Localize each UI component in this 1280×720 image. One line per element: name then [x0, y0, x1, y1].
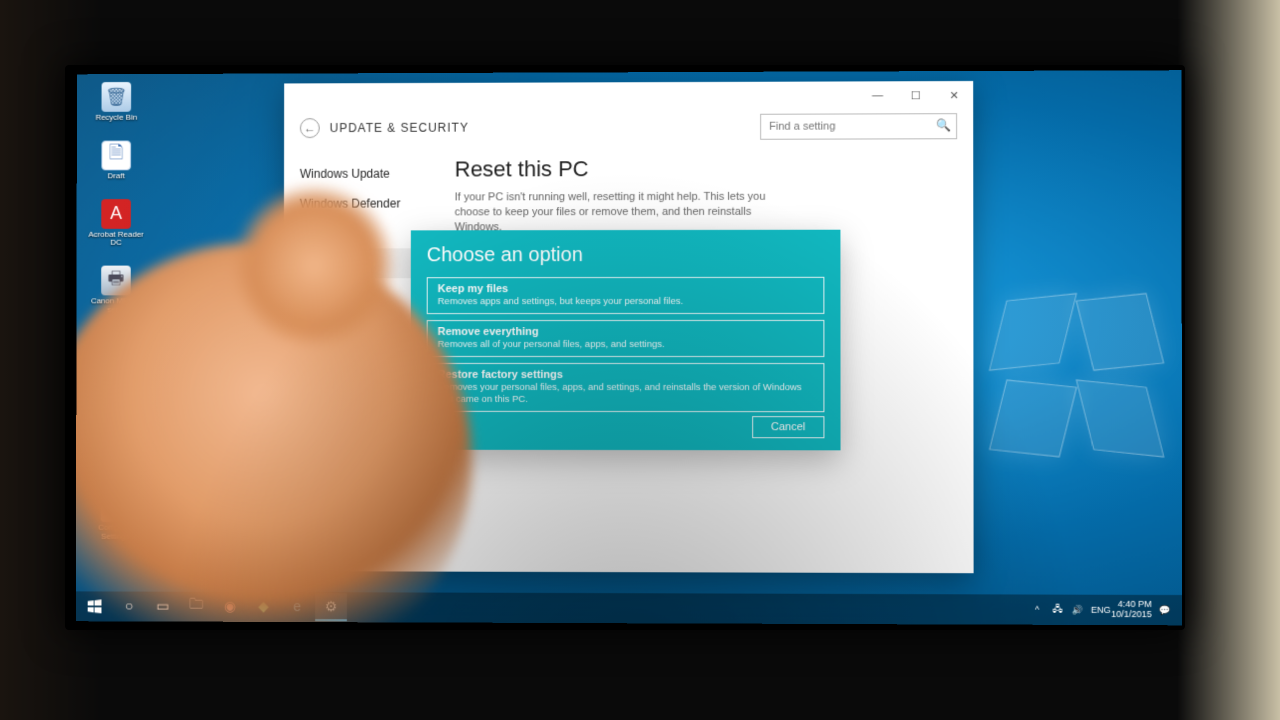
option-title: Restore factory settings: [438, 369, 814, 381]
taskbar-pinned-apps: ○ ▭ 🗀 ◉ ◆ e ⚙: [113, 592, 347, 621]
search-input[interactable]: [760, 113, 957, 140]
option-description: Removes all of your personal files, apps…: [438, 339, 814, 351]
taskbar-chrome-icon[interactable]: ◉: [214, 593, 246, 621]
photo-background: 🗑 Recycle Bin 🗎 Draft A Acrobat Reader D…: [0, 0, 1280, 720]
desktop-icon-settings[interactable]: ⚙ Computer Settings: [86, 492, 145, 541]
reset-options-list: Keep my files Removes apps and settings,…: [427, 277, 825, 412]
file-icon: ▫: [101, 333, 131, 363]
desktop-icon-generic-1[interactable]: ▫: [86, 333, 145, 365]
action-center-icon[interactable]: 💬: [1158, 605, 1172, 616]
option-remove-everything[interactable]: Remove everything Removes all of your pe…: [427, 320, 825, 357]
window-header: ← UPDATE & SECURITY 🔍: [284, 109, 973, 153]
desktop-icon-label: Canon MF620 ser...: [86, 298, 145, 316]
pdf-file-icon: 🗎: [101, 442, 131, 472]
section-heading: Reset this PC: [455, 155, 953, 182]
taskbar-date: 10/1/2015: [1111, 610, 1152, 620]
desktop-icons: 🗑 Recycle Bin 🗎 Draft A Acrobat Reader D…: [86, 82, 146, 541]
reset-choose-option-dialog: Choose an option Keep my files Removes a…: [411, 230, 841, 451]
window-controls: — ☐ ✕: [858, 81, 973, 109]
dialog-title: Choose an option: [427, 244, 825, 267]
minimize-button[interactable]: —: [858, 81, 896, 109]
taskbar-explorer-icon[interactable]: 🗀: [180, 593, 212, 621]
document-icon: 🗎: [101, 140, 131, 170]
desktop-icon-label: Acrobat Reader DC: [86, 230, 145, 248]
desktop-icon-acrobat[interactable]: A Acrobat Reader DC: [86, 199, 145, 248]
desktop-icon-printer[interactable]: 🖶 Canon MF620 ser...: [86, 266, 145, 315]
printer-icon: 🖶: [101, 266, 131, 296]
system-tray: ^ 🖧 🔊 ENG 4:40 PM 10/1/2015 💬: [1030, 600, 1178, 620]
desktop-icon-label: Recycle Bin: [95, 114, 137, 123]
desktop-icon-draft[interactable]: 🗎 Draft: [87, 140, 146, 181]
cancel-button[interactable]: Cancel: [752, 416, 825, 438]
window-titlebar[interactable]: — ☐ ✕: [284, 81, 973, 111]
desktop-icon-pdf-file[interactable]: 🗎: [86, 442, 145, 474]
taskbar-app-icon[interactable]: ◆: [248, 593, 280, 621]
monitor-bezel: 🗑 Recycle Bin 🗎 Draft A Acrobat Reader D…: [65, 65, 1185, 630]
desktop-icon-label: Computer Settings: [86, 524, 145, 542]
settings-search: 🔍: [760, 113, 957, 140]
tray-chevron-up-icon[interactable]: ^: [1030, 605, 1044, 615]
tray-language-icon[interactable]: ENG: [1091, 605, 1105, 615]
sidebar-item-windows-defender[interactable]: Windows Defender: [284, 188, 453, 218]
back-button[interactable]: ←: [300, 118, 320, 138]
start-button[interactable]: [80, 591, 110, 621]
option-title: Remove everything: [438, 326, 814, 338]
taskbar-task-view-icon[interactable]: ▭: [147, 593, 179, 621]
maximize-button[interactable]: ☐: [897, 81, 935, 109]
taskbar-settings-icon[interactable]: ⚙: [315, 593, 347, 621]
option-description: Removes your personal files, apps, and s…: [438, 382, 814, 406]
option-keep-my-files[interactable]: Keep my files Removes apps and settings,…: [427, 277, 825, 314]
tray-network-icon[interactable]: 🖧: [1050, 602, 1064, 618]
section-description: If your PC isn't running well, resetting…: [455, 190, 785, 235]
recycle-bin-icon: 🗑: [102, 82, 132, 112]
taskbar-edge-icon[interactable]: e: [281, 593, 313, 621]
monitor-screen: 🗑 Recycle Bin 🗎 Draft A Acrobat Reader D…: [76, 70, 1182, 625]
settings-window: — ☐ ✕ ← UPDATE & SECURITY 🔍: [283, 81, 973, 573]
shortcut-icon: ⚙: [101, 492, 131, 522]
option-title: Keep my files: [438, 283, 814, 295]
page-title: UPDATE & SECURITY: [330, 121, 469, 135]
taskbar-clock[interactable]: 4:40 PM 10/1/2015: [1111, 600, 1152, 620]
windows-logo-icon: [88, 599, 102, 613]
taskbar-search-icon[interactable]: ○: [113, 592, 145, 620]
windows-logo-wallpaper: [998, 297, 1160, 458]
close-button[interactable]: ✕: [935, 81, 973, 109]
desktop-icon-label: Draft: [108, 172, 125, 181]
desktop-icon-recycle-bin[interactable]: 🗑 Recycle Bin: [87, 82, 146, 123]
option-description: Removes apps and settings, but keeps you…: [438, 296, 814, 308]
taskbar: ○ ▭ 🗀 ◉ ◆ e ⚙ ^ 🖧 🔊 ENG 4:40 PM 10/: [76, 591, 1182, 625]
pdf-icon: A: [101, 199, 131, 229]
option-restore-factory[interactable]: Restore factory settings Removes your pe…: [427, 363, 825, 412]
tray-volume-icon[interactable]: 🔊: [1071, 604, 1085, 615]
sidebar-item-windows-update[interactable]: Windows Update: [284, 159, 453, 189]
